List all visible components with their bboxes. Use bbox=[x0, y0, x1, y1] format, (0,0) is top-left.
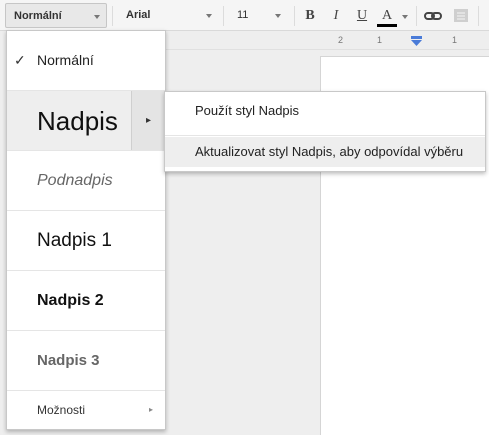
font-size-dropdown[interactable]: 11 bbox=[229, 3, 287, 28]
chevron-down-icon bbox=[94, 15, 100, 19]
link-button[interactable] bbox=[423, 5, 443, 27]
text-color-swatch bbox=[377, 24, 397, 27]
toolbar-divider bbox=[112, 6, 113, 26]
chevron-down-icon bbox=[206, 14, 212, 18]
style-option-heading-1[interactable]: Nadpis 1 bbox=[7, 211, 165, 271]
horizontal-ruler[interactable]: 2 1 1 bbox=[166, 32, 489, 50]
bold-button[interactable]: B bbox=[300, 5, 320, 27]
style-option-title[interactable]: Nadpis ▸ bbox=[7, 91, 165, 151]
style-options-menu-item[interactable]: Možnosti ▸ bbox=[7, 391, 165, 429]
indent-marker-icon[interactable] bbox=[411, 36, 422, 46]
paragraph-style-value: Normální bbox=[14, 10, 62, 22]
style-option-label: Normální bbox=[37, 52, 94, 68]
style-option-subtitle[interactable]: Podnadpis bbox=[7, 151, 165, 211]
toolbar-divider bbox=[223, 6, 224, 26]
font-family-value: Arial bbox=[126, 9, 151, 21]
italic-button[interactable]: I bbox=[326, 5, 346, 27]
chevron-down-icon bbox=[402, 15, 408, 19]
ruler-tick-label: 1 bbox=[377, 35, 383, 45]
toolbar-divider bbox=[478, 6, 479, 26]
formatting-toolbar: Normální Arial 11 B I U A bbox=[0, 0, 489, 31]
update-style-item[interactable]: Aktualizovat styl Nadpis, aby odpovídal … bbox=[165, 137, 485, 167]
submenu-arrow-icon: ▸ bbox=[148, 405, 153, 414]
style-option-label: Nadpis 2 bbox=[37, 292, 104, 309]
font-size-value: 11 bbox=[237, 9, 249, 21]
underline-button[interactable]: U bbox=[352, 5, 372, 27]
style-option-label: Podnadpis bbox=[37, 172, 113, 189]
style-option-heading-3[interactable]: Nadpis 3 bbox=[7, 331, 165, 391]
title-style-submenu: Použít styl Nadpis Aktualizovat styl Nad… bbox=[164, 91, 486, 172]
checkmark-icon: ✓ bbox=[14, 52, 26, 68]
chevron-down-icon bbox=[275, 14, 281, 18]
style-option-normal[interactable]: ✓ Normální bbox=[7, 31, 165, 91]
submenu-divider bbox=[165, 135, 485, 136]
apply-style-item[interactable]: Použít styl Nadpis bbox=[165, 92, 485, 130]
font-family-dropdown[interactable]: Arial bbox=[118, 3, 218, 28]
style-option-heading-2[interactable]: Nadpis 2 bbox=[7, 271, 165, 331]
paragraph-style-menu: ✓ Normální Nadpis ▸ Podnadpis Nadpis 1 N… bbox=[6, 30, 166, 430]
comment-button[interactable] bbox=[451, 5, 471, 27]
submenu-item-label: Aktualizovat styl Nadpis, aby odpovídal … bbox=[195, 144, 464, 159]
link-icon bbox=[424, 12, 442, 20]
style-option-label: Nadpis 1 bbox=[37, 230, 112, 251]
submenu-item-label: Použít styl Nadpis bbox=[195, 103, 300, 118]
ruler-tick-label: 1 bbox=[452, 35, 458, 45]
style-option-label: Nadpis 3 bbox=[37, 352, 100, 369]
style-option-label: Možnosti bbox=[37, 403, 86, 417]
style-option-label: Nadpis bbox=[37, 106, 118, 136]
toolbar-divider bbox=[294, 6, 295, 26]
ruler-tick-label: 2 bbox=[338, 35, 344, 45]
paragraph-style-dropdown[interactable]: Normální bbox=[5, 3, 107, 28]
comment-icon bbox=[454, 9, 468, 22]
toolbar-divider bbox=[416, 6, 417, 26]
submenu-arrow-icon[interactable]: ▸ bbox=[131, 91, 165, 150]
